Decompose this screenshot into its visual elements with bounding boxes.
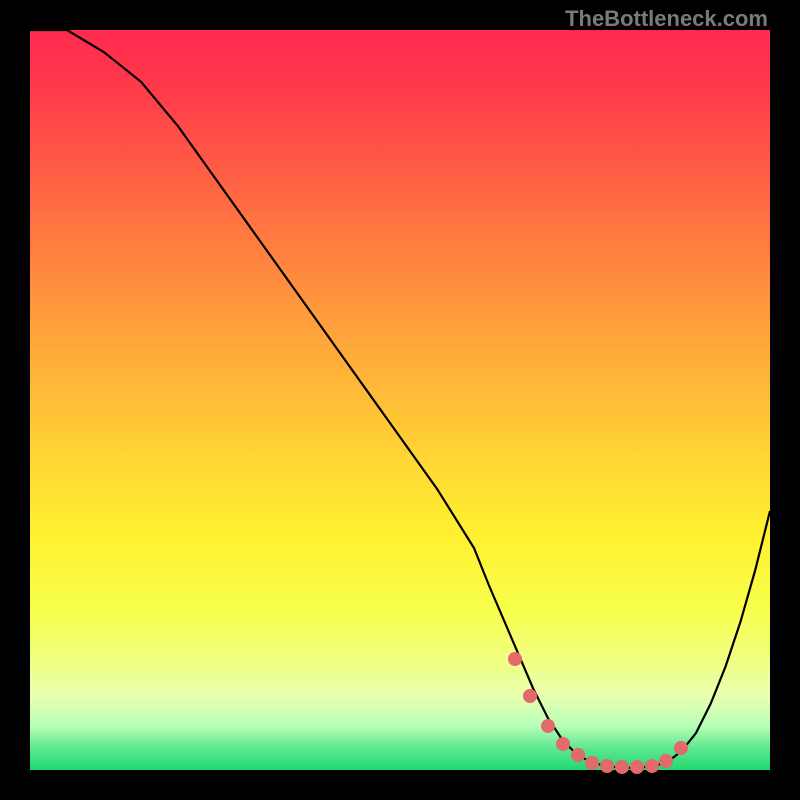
marker-dot: [541, 719, 555, 733]
marker-dot: [556, 737, 570, 751]
chart-container: TheBottleneck.com: [0, 0, 800, 800]
line-curve: [30, 30, 770, 768]
marker-dot: [571, 748, 585, 762]
marker-dot: [508, 652, 522, 666]
curve-svg: [30, 30, 770, 770]
plot-area: [30, 30, 770, 770]
marker-dot: [585, 756, 599, 770]
marker-dot: [674, 741, 688, 755]
marker-dot: [630, 760, 644, 774]
marker-dot: [600, 759, 614, 773]
marker-dot: [659, 754, 673, 768]
marker-dot: [615, 760, 629, 774]
marker-dot: [523, 689, 537, 703]
marker-dot: [645, 759, 659, 773]
watermark-text: TheBottleneck.com: [565, 6, 768, 32]
